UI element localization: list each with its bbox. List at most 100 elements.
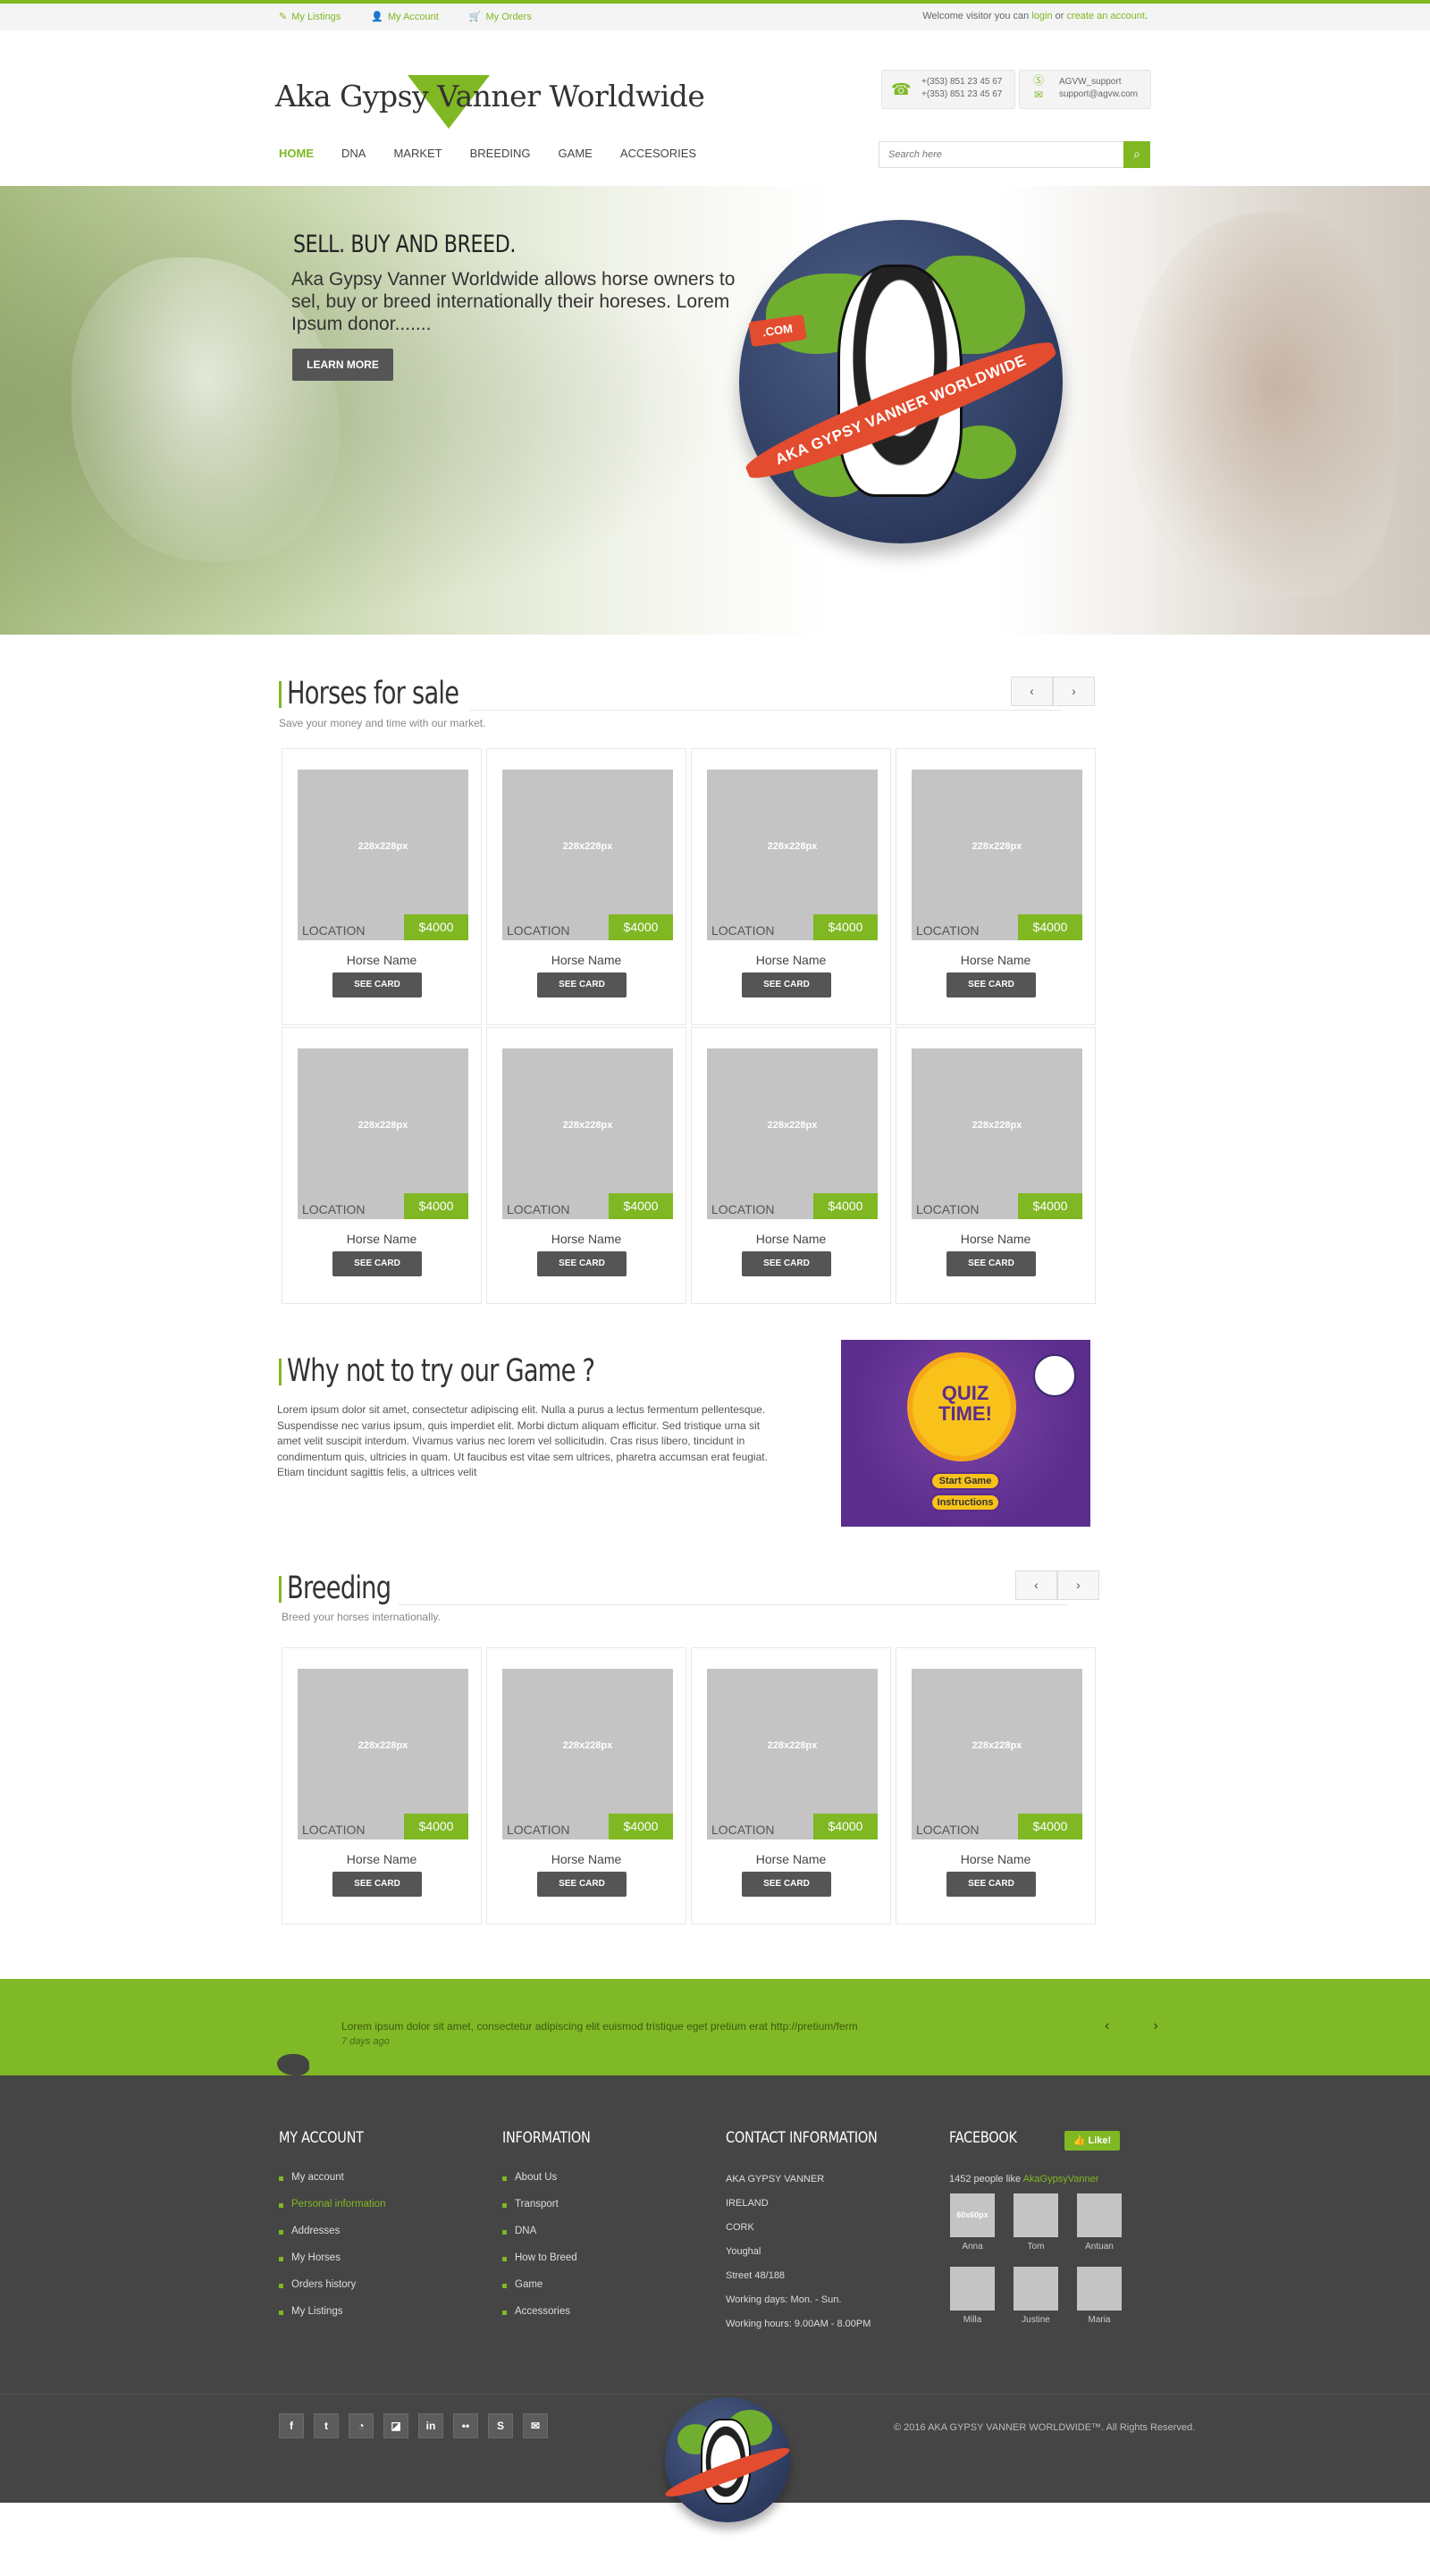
see-card-button[interactable]: SEE CARD	[332, 972, 422, 998]
sale-prev-button[interactable]: ‹	[1011, 677, 1053, 706]
footer-link[interactable]: Personal information	[279, 2199, 385, 2226]
see-card-button[interactable]: SEE CARD	[537, 1872, 627, 1897]
see-card-button[interactable]: SEE CARD	[537, 972, 627, 998]
see-card-button[interactable]: SEE CARD	[742, 972, 831, 998]
avatar	[1077, 2267, 1122, 2311]
breeding-prev-button[interactable]: ‹	[1015, 1570, 1057, 1600]
see-card-button[interactable]: SEE CARD	[742, 1251, 831, 1276]
nav-game[interactable]: GAME	[559, 147, 593, 160]
facebook-friend[interactable]: Tom	[1014, 2193, 1058, 2252]
footer-link[interactable]: Transport	[502, 2199, 606, 2226]
facebook-friend[interactable]: Antuan	[1077, 2193, 1122, 2252]
facebook-friend[interactable]: Justine	[1014, 2267, 1058, 2325]
start-game-button[interactable]: Start Game	[930, 1472, 1000, 1490]
footer-link[interactable]: My Listings	[279, 2306, 385, 2333]
instructions-button[interactable]: Instructions	[930, 1494, 1000, 1511]
skype-icon[interactable]: S	[488, 2413, 513, 2438]
tweet-next-button[interactable]: ›	[1153, 2018, 1157, 2034]
horse-name: Horse Name	[960, 1232, 1031, 1246]
see-card-button[interactable]: SEE CARD	[742, 1872, 831, 1897]
contact-line: CORK	[726, 2222, 754, 2233]
nav-market[interactable]: MARKET	[393, 147, 442, 160]
breeding-next-button[interactable]: ›	[1057, 1570, 1099, 1600]
rss-icon[interactable]: ◔	[349, 2413, 374, 2438]
learn-more-button[interactable]: LEARN MORE	[292, 349, 393, 381]
see-card-button[interactable]: SEE CARD	[946, 1872, 1036, 1897]
sale-next-button[interactable]: ›	[1053, 677, 1095, 706]
facebook-friend[interactable]: Maria	[1077, 2267, 1122, 2325]
footer-link[interactable]: About Us	[502, 2172, 606, 2199]
horse-location: LOCATION	[507, 1823, 570, 1837]
footer-globe-logo-icon[interactable]	[662, 2397, 793, 2522]
horse-name: Horse Name	[551, 953, 622, 967]
quiz-game-image[interactable]: QUIZ TIME! Start Game Instructions	[841, 1340, 1090, 1527]
my-orders-link[interactable]: 🛒 My Orders	[469, 11, 532, 23]
twitter-band: Lorem ipsum dolor sit amet, consectetur …	[0, 1979, 1430, 2075]
horse-image[interactable]: 228x228px LOCATION $4000	[298, 1048, 468, 1219]
flickr-icon[interactable]: ••	[453, 2413, 478, 2438]
footer-link[interactable]: Game	[502, 2279, 606, 2306]
my-listings-link[interactable]: ✎ My Listings	[279, 11, 341, 23]
footer-info-title: INFORMATION	[502, 2129, 591, 2147]
horse-card: 228x228px LOCATION $4000 Horse Name SEE CARD	[282, 1647, 482, 1924]
my-account-link[interactable]: 👤 My Account	[371, 11, 439, 23]
footer-link[interactable]: How to Breed	[502, 2252, 606, 2279]
search-input[interactable]	[879, 142, 1124, 167]
support-email[interactable]: support@agvw.com	[1059, 88, 1143, 101]
footer-account: MY ACCOUNT My account Personal informati…	[279, 2129, 385, 2333]
horse-image[interactable]: 228x228px LOCATION $4000	[912, 770, 1082, 940]
footer-link[interactable]: My account	[279, 2172, 385, 2199]
see-card-button[interactable]: SEE CARD	[332, 1872, 422, 1897]
horse-name: Horse Name	[346, 1232, 417, 1246]
footer-link[interactable]: DNA	[502, 2226, 606, 2252]
nav-accesories[interactable]: ACCESORIES	[620, 147, 696, 160]
contact-line: Working hours: 9.00AM - 8.00PM	[726, 2319, 871, 2329]
see-card-button[interactable]: SEE CARD	[332, 1251, 422, 1276]
tweet-prev-button[interactable]: ‹	[1105, 2018, 1109, 2034]
facebook-page-link[interactable]: AkaGypsyVanner	[1023, 2174, 1099, 2185]
nav-breeding[interactable]: BREEDING	[470, 147, 531, 160]
horse-price: $4000	[609, 914, 673, 940]
see-card-button[interactable]: SEE CARD	[946, 1251, 1036, 1276]
footer-link[interactable]: My Horses	[279, 2252, 385, 2279]
horse-image[interactable]: 228x228px LOCATION $4000	[298, 1669, 468, 1839]
horse-name: Horse Name	[960, 1852, 1031, 1866]
footer-link[interactable]: Orders history	[279, 2279, 385, 2306]
facebook-like-button[interactable]: 👍 Like!	[1064, 2131, 1120, 2151]
horse-price: $4000	[1018, 1814, 1082, 1839]
nav-dna[interactable]: DNA	[341, 147, 366, 160]
footer-link[interactable]: Addresses	[279, 2226, 385, 2252]
horse-price: $4000	[404, 1193, 468, 1219]
horse-image[interactable]: 228x228px LOCATION $4000	[502, 1669, 673, 1839]
mail-icon[interactable]: ✉	[523, 2413, 548, 2438]
horse-image[interactable]: 228x228px LOCATION $4000	[298, 770, 468, 940]
horse-image[interactable]: 228x228px LOCATION $4000	[502, 770, 673, 940]
horse-price: $4000	[404, 1814, 468, 1839]
skype-id[interactable]: AGVW_support	[1059, 76, 1143, 88]
nav-home[interactable]: HOME	[279, 147, 314, 160]
support-box: Ⓢ ✉ AGVW_support support@agvw.com	[1019, 70, 1151, 109]
linkedin-icon[interactable]: in	[418, 2413, 443, 2438]
see-card-button[interactable]: SEE CARD	[946, 972, 1036, 998]
facebook-friend[interactable]: 60x60px Anna	[950, 2193, 995, 2252]
horse-image[interactable]: 228x228px LOCATION $4000	[912, 1048, 1082, 1219]
horse-image[interactable]: 228x228px LOCATION $4000	[707, 1669, 878, 1839]
horse-image[interactable]: 228x228px LOCATION $4000	[912, 1669, 1082, 1839]
delicious-icon[interactable]: ◪	[383, 2413, 408, 2438]
horse-image[interactable]: 228x228px LOCATION $4000	[707, 770, 878, 940]
horse-image[interactable]: 228x228px LOCATION $4000	[707, 1048, 878, 1219]
footer-link[interactable]: Accessories	[502, 2306, 606, 2333]
site-logo[interactable]: Aka Gypsy Vanner Worldwide	[275, 73, 740, 134]
login-link[interactable]: login	[1031, 11, 1052, 21]
create-account-link[interactable]: create an account	[1066, 11, 1144, 21]
horse-price: $4000	[1018, 1193, 1082, 1219]
horse-name: Horse Name	[551, 1852, 622, 1866]
twitter-icon[interactable]: t	[314, 2413, 339, 2438]
horse-location: LOCATION	[302, 1202, 366, 1216]
facebook-friend[interactable]: Milla	[950, 2267, 995, 2325]
search-button[interactable]: ⌕	[1123, 141, 1150, 168]
horse-location: LOCATION	[916, 923, 980, 938]
horse-image[interactable]: 228x228px LOCATION $4000	[502, 1048, 673, 1219]
see-card-button[interactable]: SEE CARD	[537, 1251, 627, 1276]
facebook-icon[interactable]: f	[279, 2413, 304, 2438]
